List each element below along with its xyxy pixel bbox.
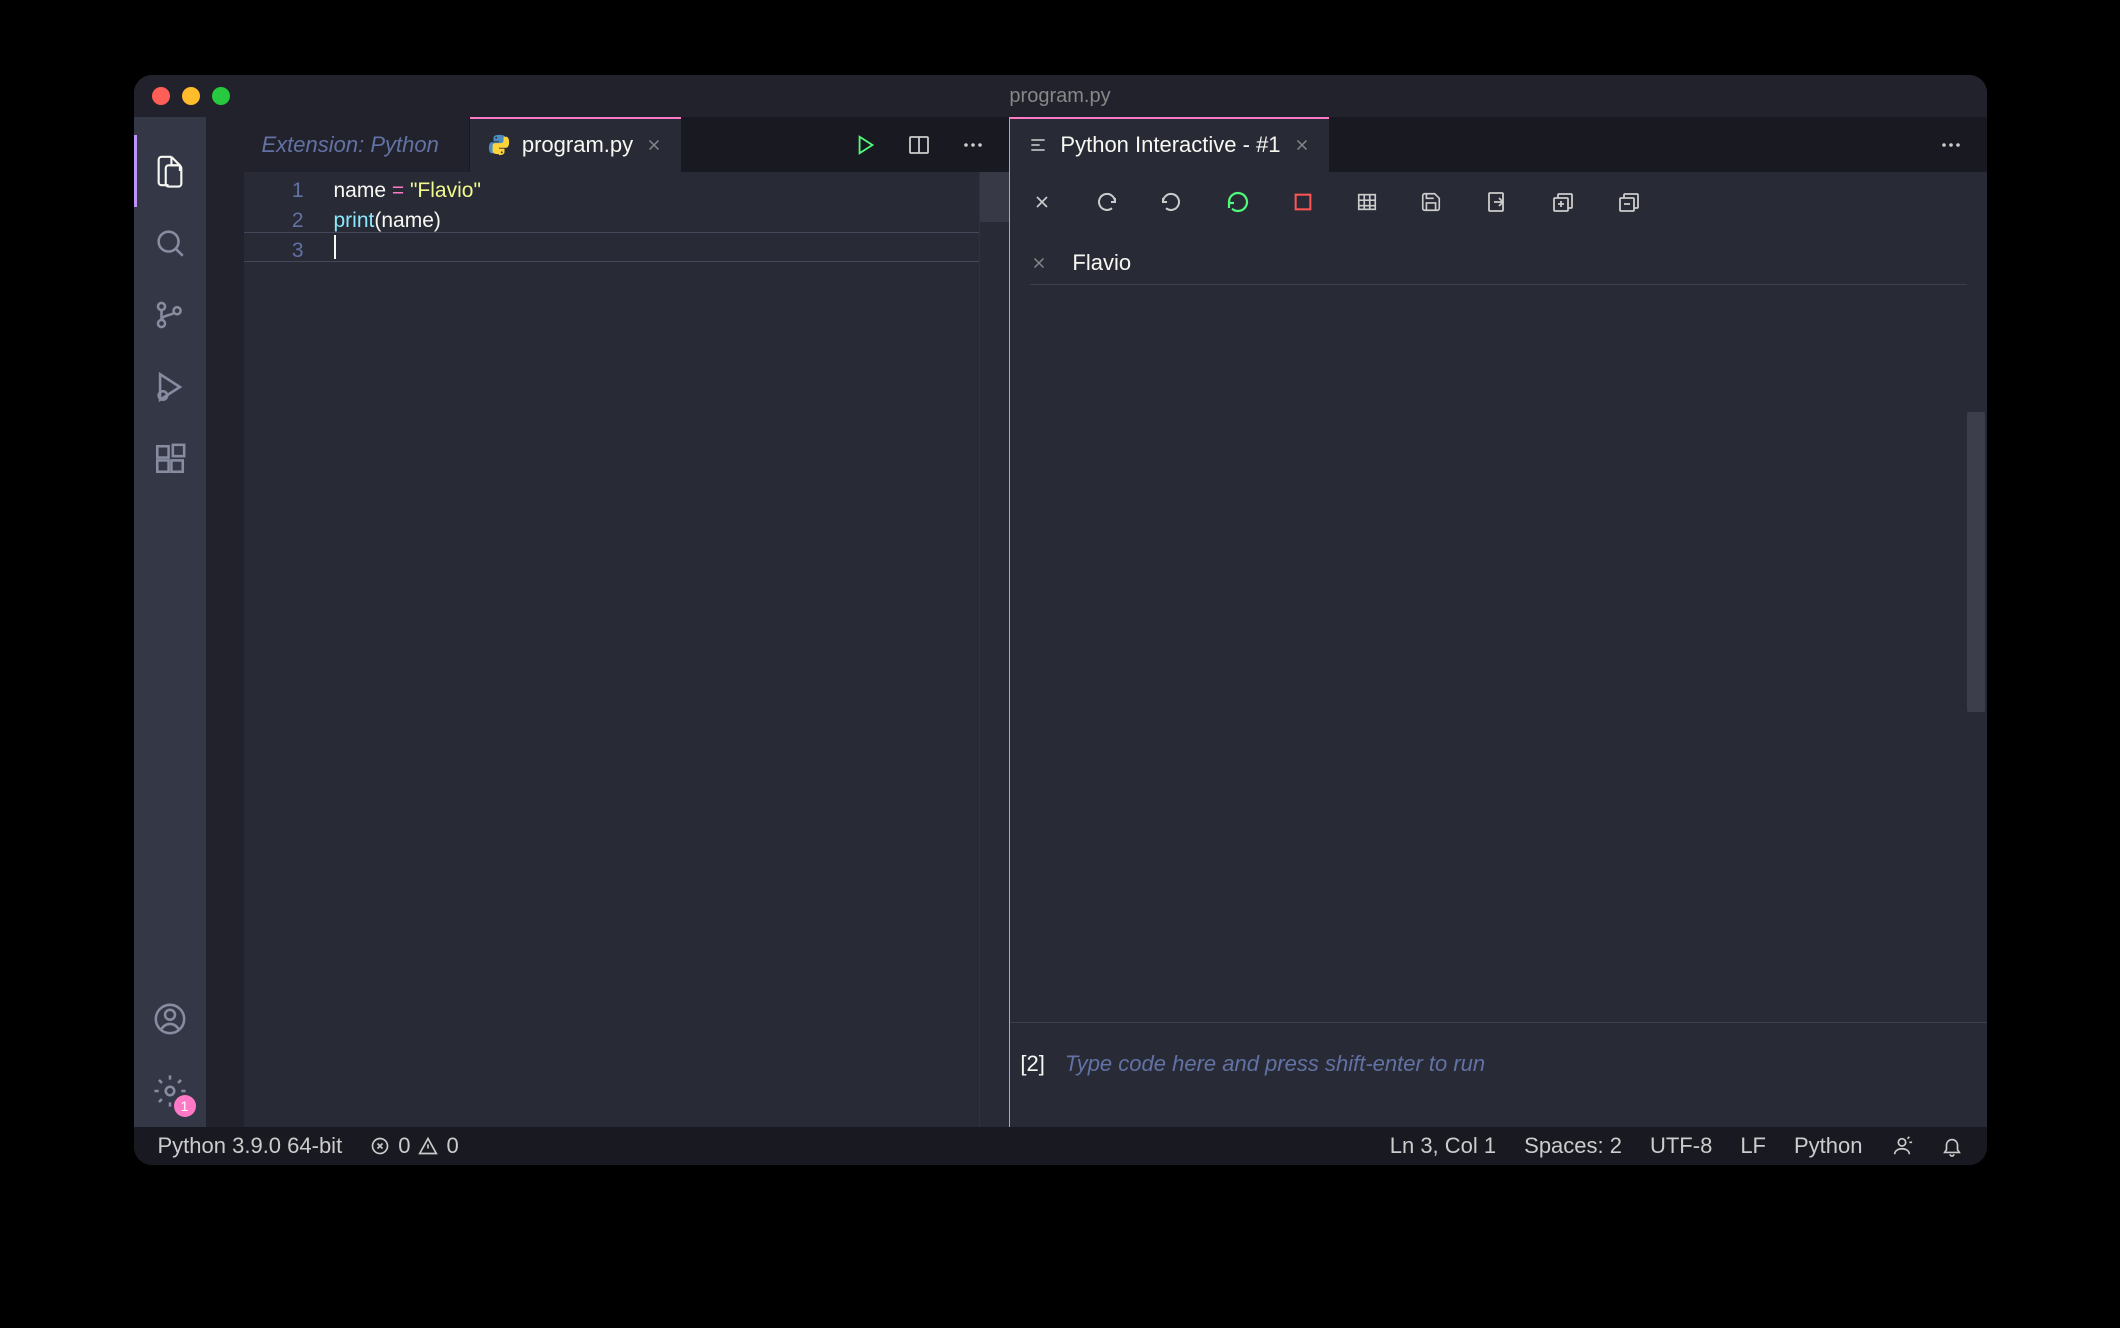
expand-all-icon[interactable]: [1550, 190, 1574, 214]
settings-badge: 1: [174, 1095, 196, 1117]
status-indentation[interactable]: Spaces: 2: [1524, 1133, 1622, 1159]
close-tab-icon[interactable]: [645, 136, 663, 154]
clear-icon[interactable]: [1032, 192, 1052, 212]
sidebar[interactable]: [206, 117, 244, 1127]
python-file-icon: [488, 134, 510, 156]
remove-cell-icon[interactable]: [1030, 254, 1048, 272]
code-area[interactable]: name = "Flavio" print(name): [334, 172, 980, 1127]
status-feedback-icon[interactable]: [1891, 1135, 1913, 1157]
window: program.py: [134, 75, 1987, 1165]
tabbar-left: Extension: Python program.py: [244, 117, 1010, 172]
source-control-icon[interactable]: [134, 279, 206, 351]
text-cursor: [334, 235, 336, 259]
titlebar: program.py: [134, 75, 1987, 117]
error-count: 0: [398, 1133, 410, 1159]
interactive-input-area[interactable]: [2] Type code here and press shift-enter…: [1010, 1022, 1986, 1127]
tab-label: Extension: Python: [262, 132, 439, 158]
minimap[interactable]: [979, 172, 1009, 1127]
minimap-slider[interactable]: [980, 172, 1009, 222]
statusbar: Python 3.9.0 64-bit 0 0 Ln 3, Col 1 Spac…: [134, 1127, 1987, 1165]
maximize-window-button[interactable]: [212, 87, 230, 105]
settings-icon[interactable]: 1: [134, 1055, 206, 1127]
collapse-all-icon[interactable]: [1616, 190, 1640, 214]
tab-python-interactive[interactable]: Python Interactive - #1: [1010, 117, 1329, 172]
interactive-tab-icon: [1028, 135, 1048, 155]
close-window-button[interactable]: [152, 87, 170, 105]
code-line: print(name): [334, 206, 980, 236]
status-interpreter[interactable]: Python 3.9.0 64-bit: [158, 1133, 343, 1159]
run-file-icon[interactable]: [855, 134, 877, 156]
warnings-icon: [418, 1136, 438, 1156]
interrupt-kernel-icon[interactable]: [1292, 191, 1314, 213]
line-numbers-gutter: 1 2 3: [244, 172, 334, 1127]
code-line: name = "Flavio": [334, 176, 980, 206]
more-actions-icon[interactable]: [1939, 133, 1963, 157]
tab-extension-python[interactable]: Extension: Python: [244, 117, 470, 172]
status-language[interactable]: Python: [1794, 1133, 1863, 1159]
search-icon[interactable]: [134, 207, 206, 279]
accounts-icon[interactable]: [134, 983, 206, 1055]
restart-kernel-icon[interactable]: [1226, 190, 1250, 214]
output-cell: Flavio: [1030, 242, 1966, 285]
status-notifications-icon[interactable]: [1941, 1135, 1963, 1157]
split-editor-icon[interactable]: [907, 133, 931, 157]
window-title: program.py: [1009, 85, 1110, 108]
tab-program-py[interactable]: program.py: [470, 117, 682, 172]
tabbar-right: Python Interactive - #1: [1010, 117, 1986, 172]
tab-actions-right: [1915, 117, 1987, 172]
editor-group-right: Python Interactive - #1: [1010, 117, 1986, 1127]
traffic-lights: [152, 87, 230, 105]
explorer-icon[interactable]: [134, 135, 206, 207]
interactive-toolbar: [1010, 172, 1986, 232]
more-actions-icon[interactable]: [961, 133, 985, 157]
tab-actions-left: [831, 117, 1009, 172]
minimize-window-button[interactable]: [182, 87, 200, 105]
status-cursor-position[interactable]: Ln 3, Col 1: [1390, 1133, 1496, 1159]
input-prompt-number: [2]: [1020, 1051, 1044, 1077]
line-number: 1: [244, 176, 304, 206]
code-line: [334, 236, 980, 266]
status-problems[interactable]: 0 0: [370, 1133, 459, 1159]
input-placeholder: Type code here and press shift-enter to …: [1065, 1051, 1485, 1077]
editor-group-left: Extension: Python program.py: [244, 117, 1011, 1127]
close-tab-icon[interactable]: [1293, 136, 1311, 154]
editor-content[interactable]: 1 2 3 name = "Flavio" print(name): [244, 172, 1010, 1127]
tab-label: Python Interactive - #1: [1060, 132, 1280, 158]
main-area: 1 Extension: Python program.py: [134, 117, 1987, 1127]
variable-explorer-icon[interactable]: [1356, 191, 1378, 213]
warning-count: 0: [446, 1133, 458, 1159]
extensions-icon[interactable]: [134, 423, 206, 495]
status-encoding[interactable]: UTF-8: [1650, 1133, 1712, 1159]
output-text: Flavio: [1072, 250, 1131, 276]
save-icon[interactable]: [1420, 191, 1442, 213]
interactive-output[interactable]: Flavio: [1010, 232, 1986, 1022]
activity-bar: 1: [134, 117, 206, 1127]
run-debug-icon[interactable]: [134, 351, 206, 423]
errors-icon: [370, 1136, 390, 1156]
redo-icon[interactable]: [1094, 190, 1118, 214]
scrollbar[interactable]: [1967, 412, 1985, 712]
export-icon[interactable]: [1484, 190, 1508, 214]
editor-area: Extension: Python program.py: [244, 117, 1987, 1127]
status-eol[interactable]: LF: [1740, 1133, 1766, 1159]
tab-label: program.py: [522, 132, 633, 158]
undo-icon[interactable]: [1160, 190, 1184, 214]
